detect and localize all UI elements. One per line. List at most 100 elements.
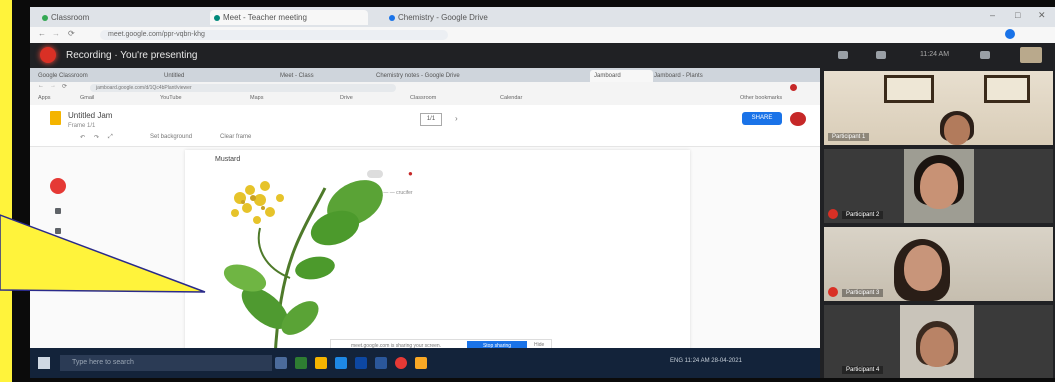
bookmark-item[interactable]: YouTube [160, 95, 182, 101]
mic-off-icon [828, 287, 838, 297]
undo-icon[interactable]: ↶ [80, 134, 85, 141]
jamboard-logo-icon [50, 111, 61, 125]
select-icon[interactable] [55, 228, 61, 234]
account-avatar[interactable] [790, 112, 806, 126]
zoom-icon[interactable]: ⤢ [108, 134, 113, 141]
bookmark-item[interactable]: Calendar [500, 95, 522, 101]
inner-tab[interactable]: Jamboard - Plants [650, 70, 753, 82]
windows-start-icon[interactable] [38, 357, 50, 369]
mustard-plant-image[interactable] [205, 168, 405, 358]
participant-tile[interactable]: Participant 2 [824, 149, 1053, 223]
inner-tab[interactable]: Untitled [160, 70, 278, 82]
bookmark-item[interactable]: Drive [340, 95, 353, 101]
windows-taskbar: Type here to search ENG 11:24 AM 28-04-2… [30, 348, 820, 378]
participant-name: Participant 2 [842, 211, 884, 219]
store-icon[interactable] [335, 357, 347, 369]
wall-frame [884, 75, 934, 103]
tab-favicon-icon [42, 14, 48, 21]
redo-icon[interactable]: ↷ [94, 134, 99, 141]
participant-face [944, 115, 970, 145]
jam-toolbar: ↶ ↷ ⤢ Set background Clear frame [30, 132, 820, 147]
activities-icon[interactable] [980, 51, 990, 59]
set-background-button[interactable]: Set background [150, 134, 192, 140]
participant-name: Participant 4 [842, 366, 884, 374]
task-view-icon[interactable] [275, 357, 287, 369]
canvas-red-mark-icon: ● [408, 169, 413, 178]
presenting-text: Recording · You're presenting [66, 50, 198, 61]
shared-screen: Google Classroom Untitled Meet - Class C… [30, 68, 820, 378]
frame-indicator: Frame 1/1 [68, 123, 96, 129]
outer-tab-bar: Classroom Meet - Teacher meeting Chemist… [30, 7, 1055, 27]
recording-icon [40, 47, 56, 63]
participant-face [920, 327, 954, 367]
outer-url-field[interactable]: meet.google.com/ppr-vqbn-khg [100, 30, 448, 40]
jam-title[interactable]: Untitled Jam [68, 111, 112, 120]
sticky-note-icon[interactable] [55, 248, 63, 253]
taskbar-search-input[interactable]: Type here to search [60, 355, 272, 371]
presenting-banner: Recording · You're presenting [30, 43, 820, 68]
frame-counter[interactable]: 1/1 [420, 113, 442, 126]
jamboard-header: Untitled Jam Frame 1/1 1/1 › SHARE [30, 105, 820, 132]
mic-off-icon [828, 209, 838, 219]
word-icon[interactable] [375, 357, 387, 369]
tab-favicon-icon [214, 14, 220, 21]
back-icon[interactable]: ← [38, 29, 46, 38]
system-tray[interactable]: ENG 11:24 AM 28-04-2021 [670, 358, 742, 364]
chrome-icon[interactable] [395, 357, 407, 369]
inner-tab[interactable]: Google Classroom [34, 70, 162, 82]
profile-avatar[interactable] [1005, 29, 1015, 39]
share-button[interactable]: SHARE [742, 112, 782, 125]
maximize-icon[interactable]: □ [1015, 10, 1020, 20]
screenshot-frame: Classroom Meet - Teacher meeting Chemist… [12, 0, 1055, 382]
mail-icon[interactable] [355, 357, 367, 369]
clear-frame-button[interactable]: Clear frame [220, 134, 251, 140]
inner-tab[interactable]: Meet - Class [276, 70, 374, 82]
pen-tool-icon[interactable] [50, 178, 66, 194]
outer-address-bar: ← → ⟳ meet.google.com/ppr-vqbn-khg [30, 27, 1055, 44]
bookmark-apps[interactable]: Apps [38, 95, 51, 101]
inner-tab-active[interactable]: Jamboard [590, 70, 653, 82]
bookmark-item[interactable]: Maps [250, 95, 263, 101]
inner-address-bar: ← → ⟳ jamboard.google.com/d/1Qc4bPlant/v… [30, 82, 820, 94]
plant-label: Mustard [215, 156, 241, 163]
bookmark-item[interactable]: Classroom [410, 95, 436, 101]
participant-tile[interactable]: Participant 1 [824, 71, 1053, 145]
edge-icon[interactable] [295, 357, 307, 369]
outer-tab-2[interactable]: Meet - Teacher meeting [210, 10, 368, 25]
reload-icon[interactable]: ⟳ [68, 29, 75, 38]
participant-tile[interactable]: Participant 4 [824, 305, 1053, 378]
outer-tab-3[interactable]: Chemistry - Google Drive [385, 10, 523, 25]
chat-icon[interactable] [876, 51, 886, 59]
bookmark-other[interactable]: Other bookmarks [740, 95, 782, 101]
desktop-screen: Classroom Meet - Teacher meeting Chemist… [30, 7, 1055, 378]
inner-tab[interactable]: Chemistry notes - Google Drive [372, 70, 530, 82]
minimize-icon[interactable]: – [990, 10, 995, 20]
jam-canvas[interactable]: Mustard ● — — — crucifer [185, 150, 690, 365]
explorer-icon[interactable] [315, 357, 327, 369]
reload-icon[interactable]: ⟳ [62, 83, 67, 90]
people-icon[interactable] [838, 51, 848, 59]
folder-icon[interactable] [415, 357, 427, 369]
participant-face [920, 163, 958, 209]
outer-tab-label: Classroom [51, 13, 90, 22]
outer-tab-label: Chemistry - Google Drive [398, 13, 488, 22]
participant-face [904, 245, 942, 291]
participant-name: Participant 3 [842, 289, 884, 297]
wall-frame [984, 75, 1030, 103]
participants-panel: 11:24 AM Participant 1 Participant 2 Par… [820, 43, 1055, 378]
eraser-icon[interactable] [55, 208, 61, 214]
forward-icon[interactable]: → [50, 83, 56, 89]
forward-icon[interactable]: → [52, 29, 60, 38]
extension-icon[interactable] [790, 84, 797, 91]
meeting-clock: 11:24 AM [920, 51, 950, 58]
back-icon[interactable]: ← [38, 83, 44, 89]
next-frame-icon[interactable]: › [455, 114, 458, 123]
close-icon[interactable]: ✕ [1038, 10, 1046, 21]
tab-favicon-icon [389, 14, 395, 21]
participant-name: Participant 1 [828, 133, 870, 141]
inner-url-field[interactable]: jamboard.google.com/d/1Qc4bPlant/viewer [90, 84, 396, 92]
outer-tab-label: Meet - Teacher meeting [223, 13, 307, 22]
outer-tab-1[interactable]: Classroom [38, 10, 166, 25]
bookmark-item[interactable]: Gmail [80, 95, 94, 101]
participant-tile[interactable]: Participant 3 [824, 227, 1053, 301]
